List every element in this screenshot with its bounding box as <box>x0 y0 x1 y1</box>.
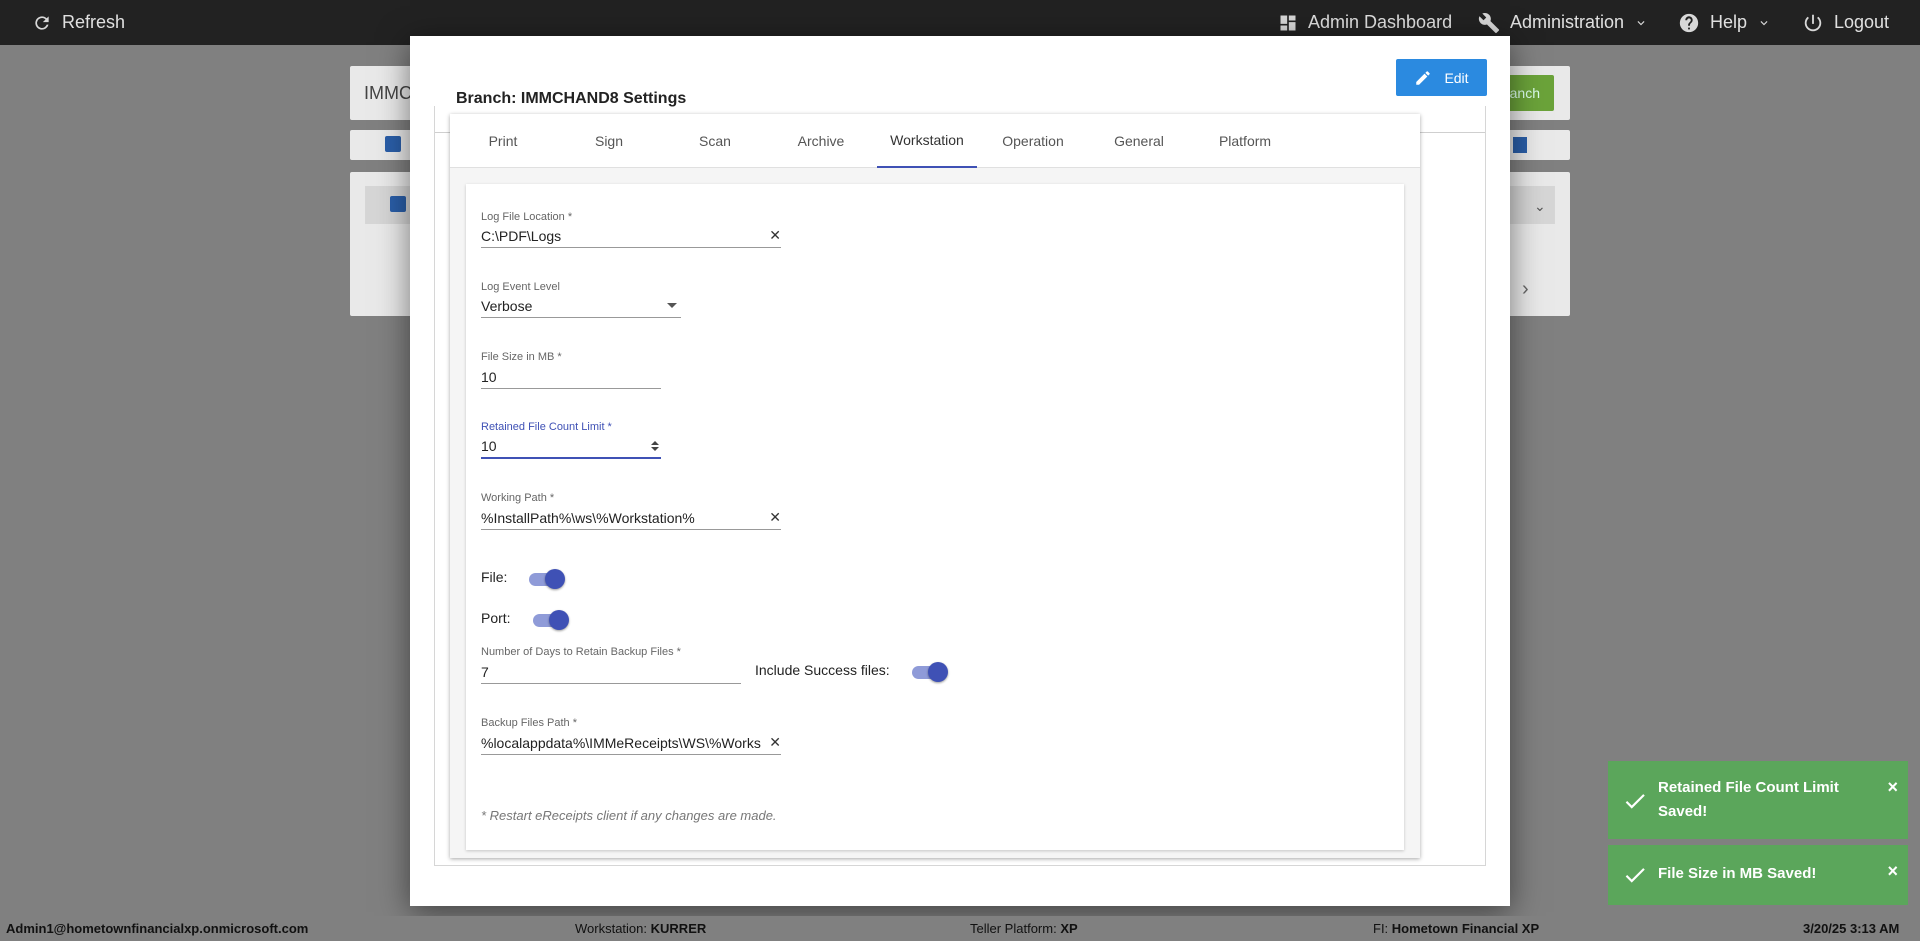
toggle-knob <box>928 662 948 682</box>
status-fi-value: Hometown Financial XP <box>1391 921 1540 936</box>
backup-days-label: Number of Days to Retain Backup Files * <box>481 646 681 658</box>
trash-icon <box>1513 137 1527 153</box>
file-toggle[interactable] <box>529 569 565 589</box>
help-menu[interactable]: Help <box>1678 0 1771 45</box>
background-add-branch-label: anch <box>1509 85 1540 101</box>
settings-card: Print Sign Scan Archive Workstation Oper… <box>450 114 1420 858</box>
tab-workstation[interactable]: Workstation <box>877 114 977 168</box>
working-path-value: %InstallPath%\ws\%Workstation% <box>481 509 695 526</box>
backup-path-input[interactable]: %localappdata%\IMMeReceipts\WS\%Works ✕ <box>481 731 781 755</box>
status-bar: Admin1@hometownfinancialxp.onmicrosoft.c… <box>0 916 1920 941</box>
status-platform: Teller Platform: XP <box>970 916 1078 941</box>
logout-label: Logout <box>1834 12 1890 32</box>
status-fi-label: FI: <box>1373 921 1389 936</box>
clear-icon[interactable]: ✕ <box>763 734 781 751</box>
file-size-value: 10 <box>481 368 497 385</box>
tab-sign[interactable]: Sign <box>559 114 659 168</box>
toast-retained-file-count-saved: Retained File Count Limit Saved! × <box>1608 761 1908 839</box>
toast-message: File Size in MB Saved! <box>1658 865 1817 882</box>
retained-file-count-input[interactable]: 10 <box>481 435 661 459</box>
dropdown-arrow-icon <box>667 303 677 308</box>
status-platform-value: XP <box>1060 921 1078 936</box>
include-success-toggle[interactable] <box>912 662 948 682</box>
clear-icon[interactable]: ✕ <box>763 227 781 244</box>
log-event-level-value: Verbose <box>481 297 533 314</box>
administration-label: Administration <box>1510 12 1625 32</box>
tab-platform[interactable]: Platform <box>1195 114 1295 168</box>
file-toggle-label: File: <box>481 569 508 585</box>
refresh-label: Refresh <box>62 12 126 32</box>
admin-dashboard-label: Admin Dashboard <box>1308 12 1453 32</box>
retained-file-count-label: Retained File Count Limit * <box>481 421 612 433</box>
backup-days-value: 7 <box>481 663 489 680</box>
edit-button[interactable]: Edit <box>1396 59 1487 96</box>
backup-days-input[interactable]: 7 <box>481 660 741 684</box>
background-search-text: IMMC <box>364 83 412 103</box>
status-user: Admin1@hometownfinancialxp.onmicrosoft.c… <box>6 916 308 941</box>
backup-path-label: Backup Files Path * <box>481 717 577 729</box>
settings-tabs: Print Sign Scan Archive Workstation Oper… <box>450 114 1420 168</box>
toast-message: Retained File Count Limit Saved! <box>1658 776 1839 824</box>
status-workstation: Workstation: KURRER <box>575 916 706 941</box>
chevron-down-icon <box>1637 20 1645 25</box>
status-datetime-value: 3/20/25 3:13 AM <box>1803 921 1900 936</box>
minus-checkbox-icon <box>385 136 401 152</box>
log-file-location-label: Log File Location * <box>481 211 573 223</box>
close-icon[interactable]: × <box>1887 777 1898 798</box>
number-spinner-icon[interactable] <box>651 441 659 451</box>
log-file-location-input[interactable]: C:\PDF\Logs ✕ <box>481 224 781 248</box>
check-icon <box>1625 794 1645 809</box>
logout-button[interactable]: Logout <box>1802 0 1889 45</box>
log-event-level-select[interactable]: Verbose <box>481 294 681 318</box>
tab-archive[interactable]: Archive <box>771 114 871 168</box>
close-icon[interactable]: × <box>1887 861 1898 882</box>
chevron-down-icon <box>1760 20 1768 25</box>
restart-note: * Restart eReceipts client if any change… <box>481 808 777 823</box>
log-event-level-label: Log Event Level <box>481 281 560 293</box>
working-path-input[interactable]: %InstallPath%\ws\%Workstation% ✕ <box>481 506 781 530</box>
pencil-icon <box>1416 70 1431 85</box>
chevron-right-icon: › <box>1522 278 1529 300</box>
clear-icon[interactable]: ✕ <box>763 509 781 526</box>
status-datetime: 3/20/25 3:13 AM <box>1803 916 1899 941</box>
branch-settings-modal: Branch: IMMCHAND8 Settings Edit Print Si… <box>410 36 1510 906</box>
status-fi: FI: Hometown Financial XP <box>1373 916 1539 941</box>
status-workstation-label: Workstation: <box>575 921 648 936</box>
help-label: Help <box>1710 12 1748 32</box>
power-icon <box>1804 14 1822 31</box>
port-toggle[interactable] <box>533 610 569 630</box>
retained-file-count-value: 10 <box>481 438 497 454</box>
tab-general[interactable]: General <box>1089 114 1189 168</box>
wrench-icon <box>1478 12 1500 33</box>
chevron-down-icon: ⌄ <box>1534 198 1546 214</box>
workstation-form: Log File Location * C:\PDF\Logs ✕ Log Ev… <box>466 184 1404 850</box>
refresh-button[interactable]: Refresh <box>32 0 125 45</box>
include-success-label: Include Success files: <box>755 662 890 678</box>
working-path-label: Working Path * <box>481 492 555 504</box>
tab-scan[interactable]: Scan <box>665 114 765 168</box>
port-toggle-label: Port: <box>481 610 511 626</box>
backup-path-value: %localappdata%\IMMeReceipts\WS\%Works <box>481 734 761 751</box>
toggle-knob <box>545 569 565 589</box>
tab-operation[interactable]: Operation <box>983 114 1083 168</box>
file-size-input[interactable]: 10 <box>481 365 661 389</box>
help-icon <box>1679 13 1699 32</box>
check-icon <box>1625 868 1645 883</box>
toast-line-1: Retained File Count Limit <box>1658 779 1839 796</box>
status-workstation-value: KURRER <box>650 921 707 936</box>
checked-checkbox-icon <box>390 196 406 212</box>
log-file-location-value: C:\PDF\Logs <box>481 227 562 244</box>
refresh-icon <box>35 15 49 30</box>
file-size-label: File Size in MB * <box>481 351 562 363</box>
status-platform-label: Teller Platform: <box>970 921 1057 936</box>
toggle-knob <box>549 610 569 630</box>
toast-file-size-saved: File Size in MB Saved! × <box>1608 845 1908 905</box>
status-user-value: Admin1@hometownfinancialxp.onmicrosoft.c… <box>6 921 309 936</box>
dashboard-icon <box>1280 15 1296 30</box>
tab-print[interactable]: Print <box>453 114 553 168</box>
edit-label: Edit <box>1444 69 1469 86</box>
toast-line-2: Saved! <box>1658 803 1708 820</box>
